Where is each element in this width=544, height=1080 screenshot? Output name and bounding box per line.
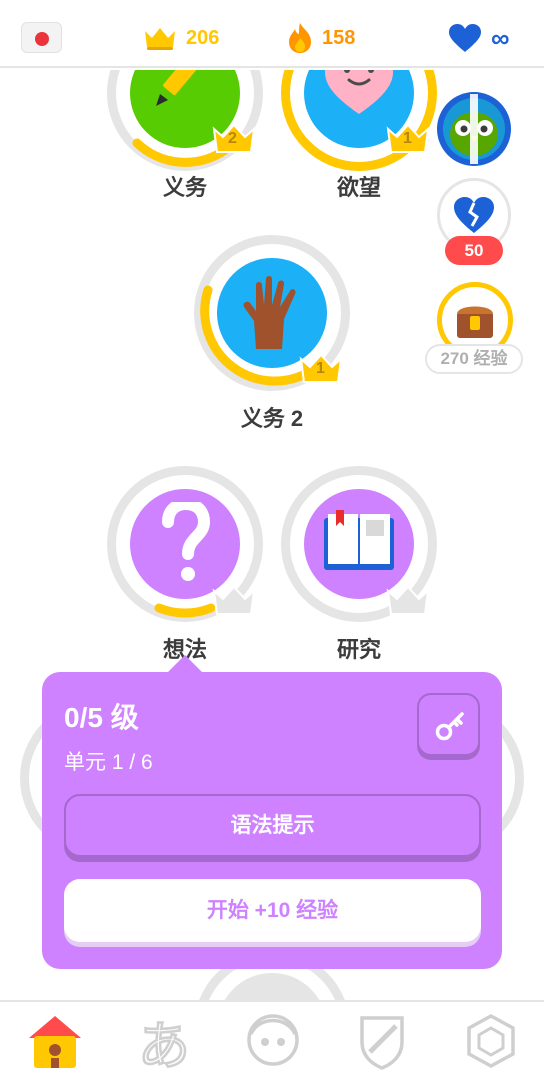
heart-face-icon <box>325 70 393 114</box>
hearts-count: ∞ <box>491 22 510 53</box>
japan-flag-icon <box>35 32 49 46</box>
nav-home[interactable] <box>25 1012 105 1080</box>
fire-icon <box>289 23 311 53</box>
crown-empty-badge <box>212 585 256 615</box>
key-test-out-button[interactable] <box>417 693 480 756</box>
lesson-label: 义务 2 <box>240 406 304 431</box>
book-icon <box>324 510 394 570</box>
lesson-label: 义务 <box>162 175 207 200</box>
heart-refill-cost: 50 <box>445 236 503 265</box>
lesson-label: 研究 <box>336 637 381 662</box>
hand-icon <box>243 276 296 349</box>
popup-unit-progress: 单元 1 / 6 <box>64 751 153 774</box>
chest-widget[interactable]: 270 经验 <box>423 280 525 376</box>
lesson-popup: 0/5 级 单元 1 / 6 语法提示 开始 +10 经验 <box>42 655 502 969</box>
home-icon <box>29 1016 81 1068</box>
nav-profile[interactable] <box>243 1012 323 1080</box>
hearts-counter[interactable]: ∞ <box>448 22 510 54</box>
owl-league-icon <box>437 92 511 166</box>
chest-xp-label: 270 经验 <box>425 344 523 374</box>
crown-level: 1 <box>403 130 412 147</box>
grammar-tips-button[interactable]: 语法提示 <box>64 794 481 857</box>
crown-icon <box>145 28 175 50</box>
bottom-navigation: あ <box>0 1000 544 1080</box>
heart-refill-widget[interactable]: 50 <box>437 178 511 265</box>
streak-count: 158 <box>322 26 356 49</box>
top-bar: 206 158 ∞ <box>0 0 544 68</box>
crowns-count: 206 <box>186 26 220 49</box>
lesson-label: 欲望 <box>336 175 381 200</box>
nav-shop[interactable] <box>461 1012 541 1080</box>
broken-heart-icon <box>454 197 494 233</box>
league-shield-icon <box>360 1016 404 1070</box>
popup-level-title: 0/5 级 <box>64 702 139 733</box>
question-icon <box>162 502 210 581</box>
league-widget[interactable] <box>435 90 513 168</box>
key-icon <box>435 712 464 741</box>
nav-characters[interactable]: あ <box>134 1012 214 1080</box>
nav-leagues[interactable] <box>352 1012 432 1080</box>
crown-level: 2 <box>228 130 237 147</box>
characters-icon: あ <box>137 1016 192 1072</box>
crown-empty-badge <box>386 585 430 615</box>
heart-icon <box>449 24 481 52</box>
svg-text:あ: あ <box>138 1017 190 1072</box>
shop-icon <box>467 1014 515 1068</box>
start-lesson-button[interactable]: 开始 +10 经验 <box>64 879 481 942</box>
pencil-icon <box>156 70 205 106</box>
profile-icon <box>247 1014 299 1066</box>
treasure-chest-icon <box>457 306 493 338</box>
crown-level: 1 <box>316 360 325 377</box>
crowns-counter[interactable]: 206 <box>143 22 219 54</box>
language-flag-button[interactable] <box>21 22 62 53</box>
streak-counter[interactable]: 158 <box>287 22 355 54</box>
